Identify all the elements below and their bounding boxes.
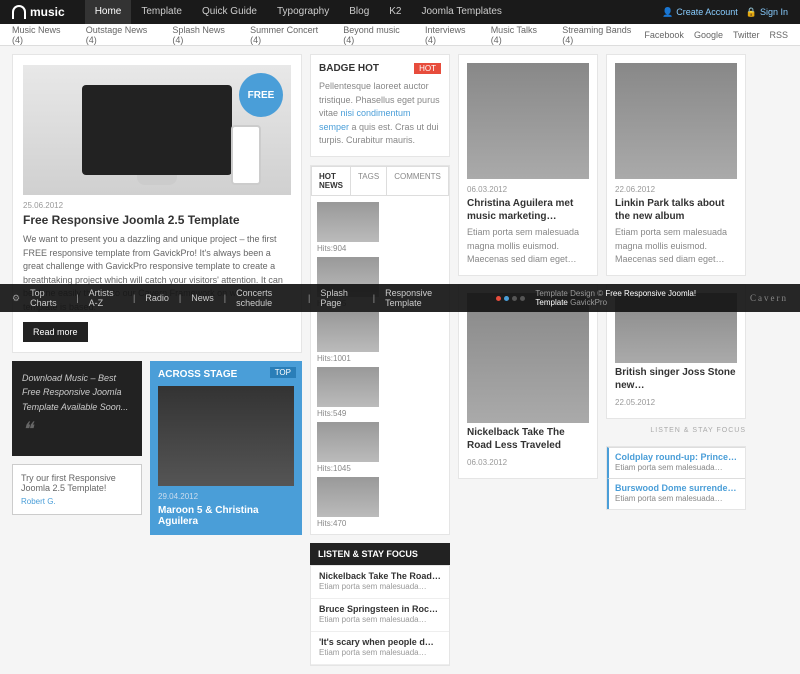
tab-tags[interactable]: TAGS — [351, 167, 387, 195]
thumb-item[interactable]: Hits:1045 — [317, 422, 379, 473]
thumb-item[interactable]: Hits:470 — [317, 477, 379, 528]
nav-template[interactable]: Template — [131, 0, 192, 24]
article-date: 06.03.2012 — [467, 458, 589, 467]
social-twitter[interactable]: Twitter — [733, 30, 760, 40]
try-text: Try our first Responsive Joomla 2.5 Temp… — [21, 473, 116, 493]
subnav-item[interactable]: Streaming Bands (4) — [562, 25, 644, 45]
thumb-item[interactable]: Hits:549 — [317, 367, 379, 418]
article-title: Linkin Park talks about the new album — [615, 197, 737, 223]
hero-date: 25.06.2012 — [23, 201, 291, 210]
signin-link[interactable]: 🔒Sign In — [746, 7, 788, 18]
article-body: Etiam porta sem malesuada magna mollis e… — [615, 226, 737, 267]
article-nickelback[interactable]: Nickelback Take The Road Less Traveled 0… — [458, 284, 598, 479]
thumb-item[interactable]: Hits:1001 — [317, 312, 379, 363]
read-more-button[interactable]: Read more — [23, 322, 88, 342]
quote-text: Download Music – Best Free Responsive Jo… — [22, 373, 128, 412]
user-plus-icon: 👤 — [662, 7, 673, 18]
side-item[interactable]: Coldplay round-up: Prince…Etiam porta se… — [607, 447, 745, 478]
subnav-item[interactable]: Music Talks (4) — [491, 25, 551, 45]
strip-link[interactable]: Responsive Template — [385, 288, 456, 308]
thumb-item[interactable]: Hits:904 — [317, 202, 379, 253]
article-date: 22.05.2012 — [615, 398, 737, 407]
subnav-item[interactable]: Summer Concert (4) — [250, 25, 331, 45]
lock-icon: 🔒 — [746, 7, 757, 18]
logo[interactable]: music — [12, 5, 65, 19]
strip-link[interactable]: Splash Page — [320, 288, 362, 308]
social-rss[interactable]: RSS — [769, 30, 788, 40]
nav-blog[interactable]: Blog — [339, 0, 379, 24]
strip-link[interactable]: Top Charts — [30, 288, 66, 308]
create-account-link[interactable]: 👤Create Account — [662, 7, 738, 18]
listen-item[interactable]: Nickelback Take The Road …Etiam porta se… — [311, 566, 449, 599]
article-aguilera[interactable]: 06.03.2012 Christina Aguilera met music … — [458, 54, 598, 276]
nav-guide[interactable]: Quick Guide — [192, 0, 267, 24]
free-badge: FREE — [239, 73, 283, 117]
badge-hot-card: BADGE HOT HOT Pellentesque laoreet aucto… — [310, 54, 450, 157]
subnav-item[interactable]: Outstage News (4) — [86, 25, 161, 45]
main-nav: Home Template Quick Guide Typography Blo… — [85, 0, 512, 24]
sub-nav: Music News (4) Outstage News (4) Splash … — [12, 25, 644, 45]
article-body: Etiam porta sem malesuada magna mollis e… — [467, 226, 589, 267]
article-title: British singer Joss Stone new… — [615, 366, 737, 392]
headphones-icon — [12, 5, 26, 19]
hero-title: Free Responsive Joomla 2.5 Template — [23, 213, 291, 227]
nav-k2[interactable]: K2 — [379, 0, 411, 24]
side-list: Coldplay round-up: Prince…Etiam porta se… — [606, 446, 746, 510]
subnav-item[interactable]: Splash News (4) — [172, 25, 238, 45]
across-date: 29.04.2012 — [158, 492, 294, 501]
hero-image: FREE — [23, 65, 291, 195]
monitor-graphic — [82, 85, 232, 175]
article-date: 22.06.2012 — [615, 185, 737, 194]
phone-graphic — [231, 125, 261, 185]
listen-item[interactable]: 'It's scary when people d…Etiam porta se… — [311, 632, 449, 665]
article-date: 06.03.2012 — [467, 185, 589, 194]
article-linkin[interactable]: 22.06.2012 Linkin Park talks about the n… — [606, 54, 746, 276]
cavern-brand: Cavern — [750, 293, 788, 303]
footer-strip: ⚙ Top Charts| Artists A-Z| Radio| News| … — [0, 284, 800, 312]
tabs-card: HOT NEWS TAGS COMMENTS Hits:904 Hits:705… — [310, 165, 450, 535]
across-stage-card: ACROSS STAGE TOP 29.04.2012 Maroon 5 & C… — [150, 361, 302, 535]
across-image[interactable] — [158, 386, 294, 486]
listen-label: LISTEN & STAY FOCUS — [606, 427, 746, 434]
subnav-item[interactable]: Interviews (4) — [425, 25, 479, 45]
nav-typo[interactable]: Typography — [267, 0, 339, 24]
logo-text: music — [30, 5, 65, 19]
nav-joomla[interactable]: Joomla Templates — [412, 0, 512, 24]
subnav-item[interactable]: Music News (4) — [12, 25, 74, 45]
quote-icon: ❝ — [22, 414, 132, 446]
listen-item[interactable]: Bruce Springsteen in Rock…Etiam porta se… — [311, 599, 449, 632]
strip-link[interactable]: News — [191, 293, 214, 303]
strip-link[interactable]: Artists A-Z — [89, 288, 123, 308]
across-headline[interactable]: Maroon 5 & Christina Aguilera — [158, 505, 294, 527]
article-title: Nickelback Take The Road Less Traveled — [467, 426, 589, 452]
hot-badge: HOT — [414, 63, 441, 74]
social-google[interactable]: Google — [694, 30, 723, 40]
subnav-item[interactable]: Beyond music (4) — [343, 25, 413, 45]
article-title: Christina Aguilera met music marketing… — [467, 197, 589, 223]
article-image — [615, 63, 737, 179]
article-image — [467, 293, 589, 423]
strip-link[interactable]: Radio — [145, 293, 169, 303]
social-facebook[interactable]: Facebook — [644, 30, 684, 40]
settings-icon[interactable]: ⚙ — [12, 293, 20, 304]
quote-card: Download Music – Best Free Responsive Jo… — [12, 361, 142, 456]
side-item[interactable]: Burswood Dome surrender's…Etiam porta se… — [607, 478, 745, 509]
tab-comments[interactable]: COMMENTS — [387, 167, 449, 195]
strip-link[interactable]: Concerts schedule — [236, 288, 298, 308]
nav-home[interactable]: Home — [85, 0, 132, 24]
quote-author: Robert G. — [21, 497, 133, 506]
top-badge: TOP — [270, 367, 296, 378]
article-image — [467, 63, 589, 179]
try-box: Try our first Responsive Joomla 2.5 Temp… — [12, 464, 142, 515]
listen-card: LISTEN & STAY FOCUS Nickelback Take The … — [310, 543, 450, 666]
tab-hotnews[interactable]: HOT NEWS — [312, 167, 351, 195]
listen-header: LISTEN & STAY FOCUS — [310, 543, 450, 565]
badge-title: BADGE HOT — [319, 63, 379, 74]
